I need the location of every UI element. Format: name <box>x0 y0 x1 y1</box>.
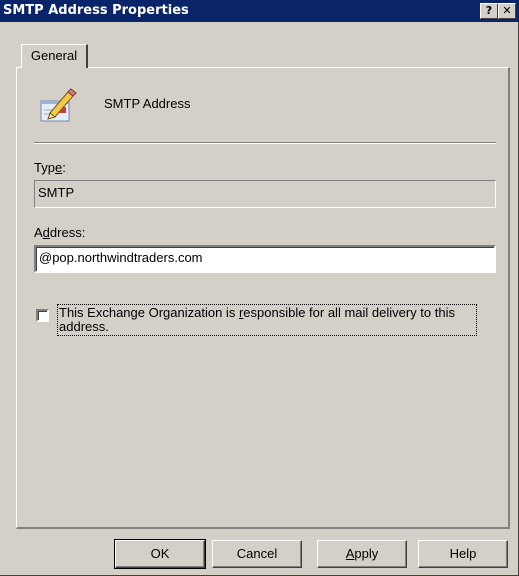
tab-general-label: General <box>30 48 78 63</box>
pencil-edit-icon <box>40 88 77 122</box>
responsibility-checkbox[interactable] <box>36 309 49 322</box>
address-input[interactable]: @pop.northwindtraders.com <box>34 245 496 273</box>
separator <box>34 142 496 144</box>
address-value: @pop.northwindtraders.com <box>39 250 203 265</box>
help-icon: ? <box>485 4 493 17</box>
ok-button[interactable]: OK <box>114 539 206 569</box>
header-label: SMTP Address <box>104 96 191 111</box>
close-button[interactable]: ✕ <box>498 3 516 19</box>
type-value: SMTP <box>38 185 75 200</box>
help-button[interactable]: Help <box>418 540 508 568</box>
close-icon: ✕ <box>502 4 512 17</box>
help-title-button[interactable]: ? <box>480 3 498 19</box>
apply-button[interactable]: Apply <box>317 540 407 568</box>
window-title: SMTP Address Properties <box>3 3 189 18</box>
tab-general[interactable]: General <box>21 44 88 68</box>
smtp-address-properties-dialog: SMTP Address Properties ? ✕ General SMTP… <box>0 0 519 576</box>
type-label: Type: <box>34 160 66 175</box>
title-bar[interactable]: SMTP Address Properties ? ✕ <box>0 0 519 22</box>
type-field: SMTP <box>34 180 496 208</box>
cancel-button[interactable]: Cancel <box>212 540 302 568</box>
responsibility-checkbox-label[interactable]: This Exchange Organization is responsibl… <box>57 304 477 336</box>
tab-panel-general <box>16 67 510 529</box>
address-label: Address: <box>34 225 86 240</box>
